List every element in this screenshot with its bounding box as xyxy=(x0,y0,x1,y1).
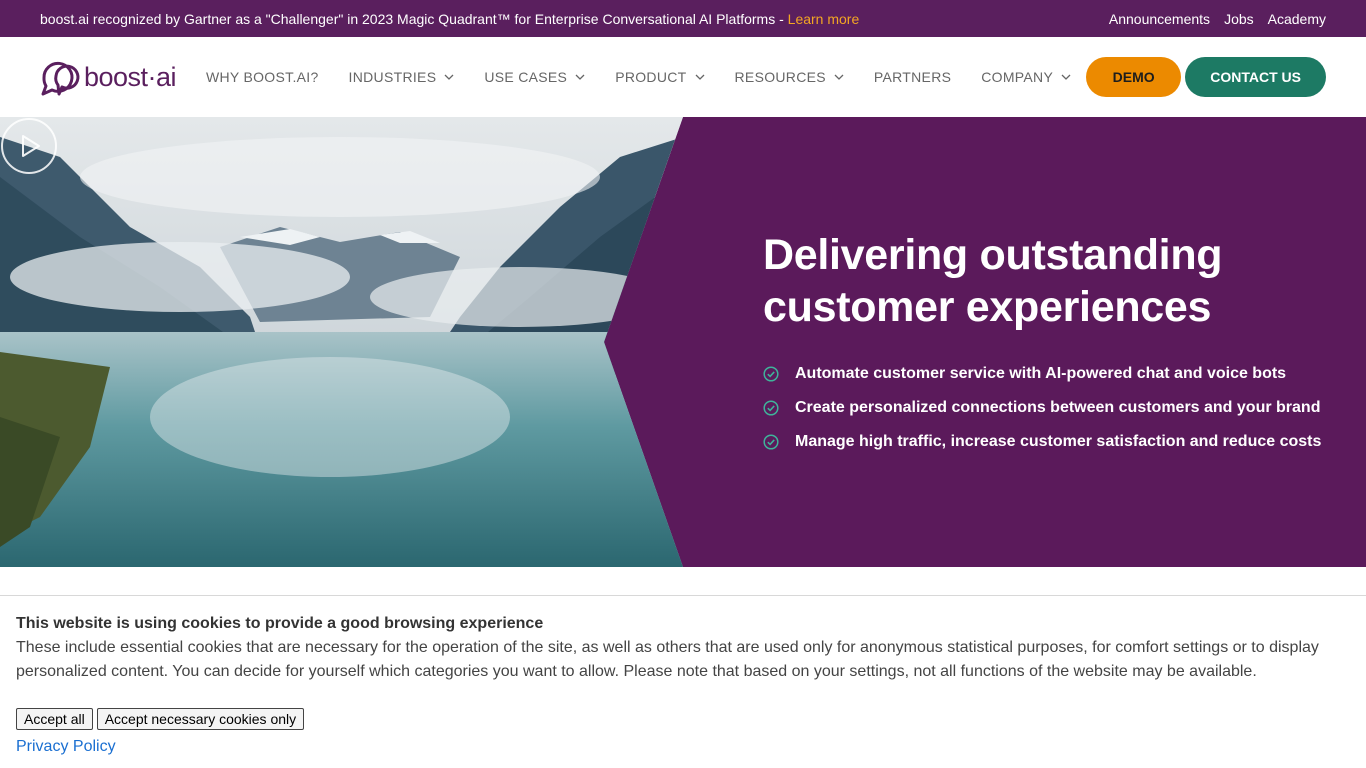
nav-label: RESOURCES xyxy=(734,69,826,85)
chevron-down-icon xyxy=(834,74,844,80)
hero-bullet: Manage high traffic, increase customer s… xyxy=(763,425,1343,459)
learn-more-link[interactable]: Learn more xyxy=(788,11,860,27)
nav-industries[interactable]: INDUSTRIES xyxy=(334,57,470,97)
hero-bullet: Automate customer service with AI-powere… xyxy=(763,357,1343,391)
hero-title: Delivering outstanding customer experien… xyxy=(763,229,1343,333)
check-circle-icon xyxy=(763,366,779,382)
chevron-down-icon xyxy=(695,74,704,80)
utility-link-announcements[interactable]: Announcements xyxy=(1109,11,1210,27)
hero-bullet-text: Create personalized connections between … xyxy=(795,399,1321,416)
nav-label: WHY BOOST.AI? xyxy=(205,69,319,85)
check-circle-icon xyxy=(763,400,779,416)
brand-logo[interactable]: boost·ai xyxy=(40,55,179,99)
chevron-down-icon xyxy=(444,74,454,80)
chevron-down-icon xyxy=(575,74,585,80)
cookie-title: This website is using cookies to provide… xyxy=(16,615,544,632)
hero-video[interactable] xyxy=(0,117,683,567)
accept-necessary-button[interactable]: Accept necessary cookies only xyxy=(96,708,305,730)
contact-us-button[interactable]: CONTACT US xyxy=(1185,57,1327,97)
hero-bullet-list: Automate customer service with AI-powere… xyxy=(763,357,1343,459)
nav-product[interactable]: PRODUCT xyxy=(600,57,719,97)
cookie-banner: This website is using cookies to provide… xyxy=(0,595,1366,768)
check-circle-icon xyxy=(763,434,779,450)
play-icon[interactable] xyxy=(0,117,58,175)
utility-link-academy[interactable]: Academy xyxy=(1268,11,1326,27)
announcement-bar: boost.ai recognized by Gartner as a "Cha… xyxy=(0,0,1366,37)
accept-all-button[interactable]: Accept all xyxy=(16,708,93,730)
utility-links: Announcements Jobs Academy xyxy=(1109,11,1326,27)
utility-link-jobs[interactable]: Jobs xyxy=(1224,11,1254,27)
nav-label: USE CASES xyxy=(484,69,568,85)
cookie-actions: Accept all Accept necessary cookies only xyxy=(16,708,1350,730)
chevron-down-icon xyxy=(1061,74,1071,80)
nav-label: PARTNERS xyxy=(873,69,952,85)
announcement-text: boost.ai recognized by Gartner as a "Cha… xyxy=(40,10,788,27)
nav-label: INDUSTRIES xyxy=(348,69,437,85)
hero-title-line-2: customer experiences xyxy=(763,283,1212,331)
hero-copy: Delivering outstanding customer experien… xyxy=(763,229,1343,459)
nav-partners[interactable]: PARTNERS xyxy=(859,57,966,97)
hero-title-line-1: Delivering outstanding xyxy=(763,231,1223,279)
privacy-policy-link[interactable]: Privacy Policy xyxy=(16,738,116,756)
nav-resources[interactable]: RESOURCES xyxy=(720,57,859,97)
main-nav: WHY BOOST.AI? INDUSTRIES USE CASES PRODU… xyxy=(191,57,1086,97)
demo-button[interactable]: DEMO xyxy=(1086,57,1182,97)
hero-bullet-text: Manage high traffic, increase customer s… xyxy=(795,433,1322,450)
site-header: boost·ai WHY BOOST.AI? INDUSTRIES USE CA… xyxy=(0,37,1366,117)
hero-bullet-text: Automate customer service with AI-powere… xyxy=(795,365,1287,382)
hero-bullet: Create personalized connections between … xyxy=(763,391,1343,425)
nav-label: PRODUCT xyxy=(615,69,687,85)
cookie-description: These include essential cookies that are… xyxy=(16,639,1319,680)
brand-name: boost·ai xyxy=(84,61,177,92)
nav-use-cases[interactable]: USE CASES xyxy=(469,57,600,97)
nav-company[interactable]: COMPANY xyxy=(966,57,1086,97)
announcement: boost.ai recognized by Gartner as a "Cha… xyxy=(40,11,859,27)
hero-section: Delivering outstanding customer experien… xyxy=(0,117,1366,567)
nav-why-boost[interactable]: WHY BOOST.AI? xyxy=(191,57,334,97)
fjord-landscape-image xyxy=(0,117,683,567)
chat-bubbles-logo-icon xyxy=(41,61,80,96)
nav-label: COMPANY xyxy=(981,69,1054,85)
